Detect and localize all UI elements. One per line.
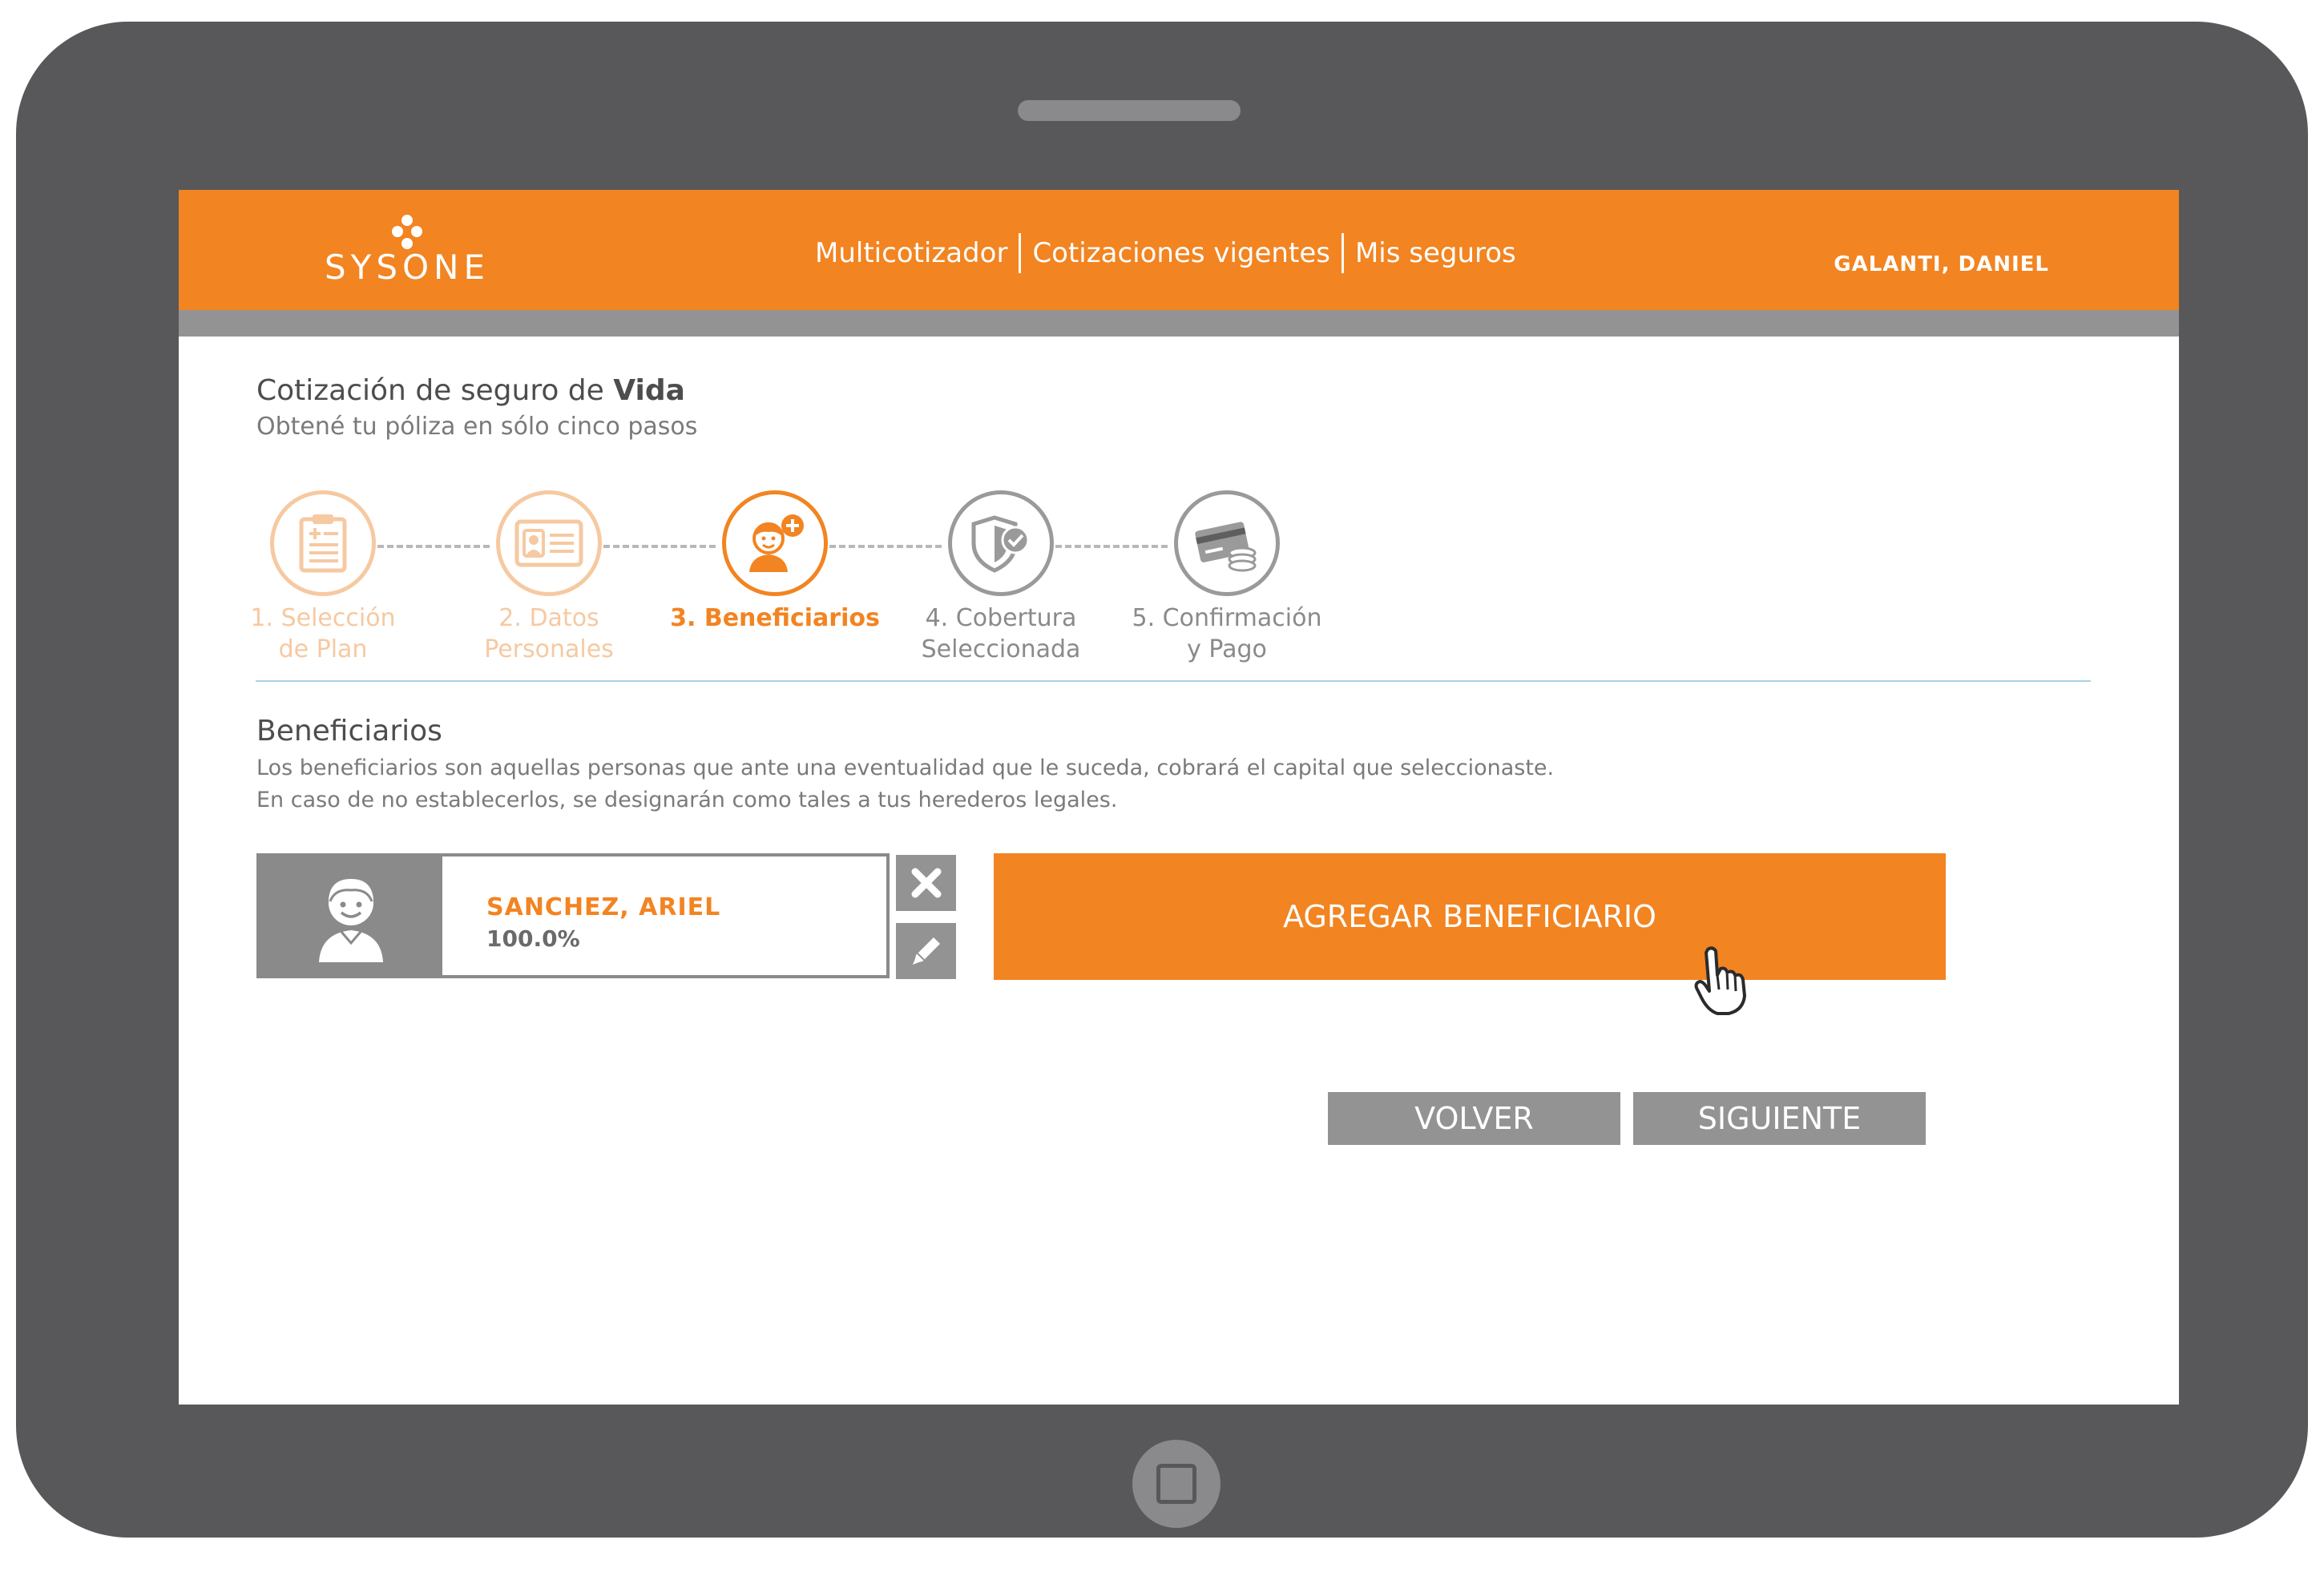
person-avatar-icon <box>319 879 383 962</box>
step-4-circle <box>948 490 1054 596</box>
top-header: SYSONE Multicotizador Cotizaciones vigen… <box>179 190 2179 310</box>
shield-check-icon <box>971 515 1030 573</box>
close-icon <box>911 868 941 898</box>
add-person-icon <box>749 514 804 572</box>
pointer-hand-icon <box>1694 946 1746 1015</box>
edit-beneficiary-button[interactable] <box>896 923 956 979</box>
clipboard-icon <box>299 514 347 573</box>
add-beneficiary-button[interactable]: AGREGAR BENEFICIARIO <box>994 853 1946 980</box>
page-subtitle: Obtené tu póliza en sólo cinco pasos <box>256 413 698 441</box>
app-screen: SYSONE Multicotizador Cotizaciones vigen… <box>179 190 2179 1405</box>
step-3-label: 3. Beneficiarios <box>670 604 880 632</box>
section-description: Los beneficiarios son aquellas personas … <box>256 752 1554 816</box>
avatar <box>260 857 442 975</box>
section-desc-line-1: Los beneficiarios son aquellas personas … <box>256 756 1555 780</box>
logo-dots-icon <box>392 215 422 249</box>
nav-mis-seguros[interactable]: Mis seguros <box>1344 237 1527 269</box>
sysone-logo[interactable]: SYSONE <box>307 214 507 294</box>
header-subbar <box>179 310 2179 337</box>
beneficiary-name: SANCHEZ, ARIEL <box>486 893 721 921</box>
delete-beneficiary-button[interactable] <box>896 855 956 911</box>
next-button[interactable]: SIGUIENTE <box>1633 1092 1926 1145</box>
pencil-icon <box>912 937 940 965</box>
step-1-plan[interactable]: 1. Selección de Plan <box>203 490 443 665</box>
step-1-label: 1. Selección de Plan <box>250 604 396 663</box>
step-2-circle <box>496 490 602 596</box>
card-coins-icon <box>1195 522 1257 572</box>
tablet-frame: SYSONE Multicotizador Cotizaciones vigen… <box>16 22 2308 1538</box>
id-card-icon <box>514 519 583 567</box>
step-5-circle <box>1174 490 1280 596</box>
stepper-divider <box>256 680 2091 682</box>
nav-multicotizador[interactable]: Multicotizador <box>804 237 1019 269</box>
main-nav: Multicotizador Cotizaciones vigentes Mis… <box>804 233 1527 273</box>
step-4-coverage[interactable]: 4. Cobertura Seleccionada <box>881 490 1121 665</box>
logo-text: SYSONE <box>325 248 490 287</box>
step-3-beneficiaries[interactable]: 3. Beneficiarios <box>655 490 895 634</box>
back-button[interactable]: VOLVER <box>1328 1092 1620 1145</box>
page-title: Cotización de seguro de Vida <box>256 374 685 407</box>
speaker-slot <box>1018 100 1241 121</box>
home-button[interactable] <box>1132 1440 1221 1528</box>
step-4-label: 4. Cobertura Seleccionada <box>921 604 1081 663</box>
home-square-icon <box>1156 1464 1196 1504</box>
step-1-circle <box>270 490 376 596</box>
step-2-label: 2. Datos Personales <box>484 604 614 663</box>
nav-cotizaciones-vigentes[interactable]: Cotizaciones vigentes <box>1021 237 1342 269</box>
step-5-label: 5. Confirmación y Pago <box>1132 604 1322 663</box>
user-name[interactable]: GALANTI, DANIEL <box>1834 252 2049 276</box>
section-desc-line-2: En caso de no establecerlos, se designar… <box>256 788 1118 812</box>
page-title-product: Vida <box>613 374 685 407</box>
beneficiary-percent: 100.0% <box>486 925 580 952</box>
step-2-personal-data[interactable]: 2. Datos Personales <box>429 490 669 665</box>
step-5-confirmation[interactable]: 5. Confirmación y Pago <box>1107 490 1347 665</box>
page-title-prefix: Cotización de seguro de <box>256 374 614 407</box>
step-3-circle <box>722 490 828 596</box>
beneficiary-card[interactable]: SANCHEZ, ARIEL 100.0% <box>256 853 890 978</box>
section-title: Beneficiarios <box>256 715 442 748</box>
